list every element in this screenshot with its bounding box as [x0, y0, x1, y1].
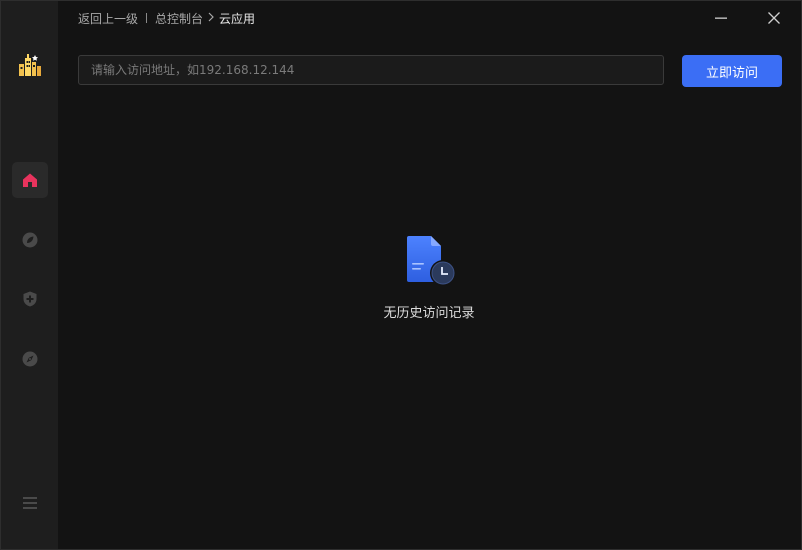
menu-button[interactable] — [20, 493, 40, 513]
home-icon — [23, 173, 37, 187]
empty-history-illustration — [403, 235, 459, 289]
app-window: 返回上一级 总控制台 云应用 立即访问 — [0, 0, 802, 550]
document-clock-icon — [407, 236, 456, 286]
city-logo-icon — [19, 54, 41, 76]
minimize-icon — [715, 17, 727, 19]
sidebar-item-compass[interactable] — [12, 341, 48, 377]
address-input[interactable] — [79, 56, 663, 84]
breadcrumb: 返回上一级 总控制台 云应用 — [78, 9, 255, 27]
compass-icon — [22, 351, 38, 367]
sidebar — [1, 1, 58, 549]
app-logo — [17, 52, 43, 78]
empty-history-message: 无历史访问记录 — [383, 306, 475, 321]
address-search-box — [78, 55, 664, 85]
sidebar-item-leaf[interactable] — [12, 222, 48, 258]
visit-now-button[interactable]: 立即访问 — [682, 55, 782, 87]
close-button[interactable] — [764, 8, 784, 28]
sidebar-item-home[interactable] — [12, 162, 48, 198]
leaf-icon — [22, 232, 38, 248]
shield-plus-icon — [23, 291, 37, 307]
breadcrumb-back-link[interactable]: 返回上一级 — [78, 10, 138, 27]
chevron-right-icon — [207, 11, 215, 25]
breadcrumb-parent-link[interactable]: 总控制台 — [155, 10, 203, 27]
breadcrumb-current: 云应用 — [219, 11, 256, 26]
hamburger-menu-icon — [23, 497, 37, 509]
breadcrumb-separator — [146, 13, 148, 23]
minimize-button[interactable] — [711, 8, 731, 28]
close-icon — [768, 12, 780, 24]
sidebar-item-shield[interactable] — [12, 281, 48, 317]
